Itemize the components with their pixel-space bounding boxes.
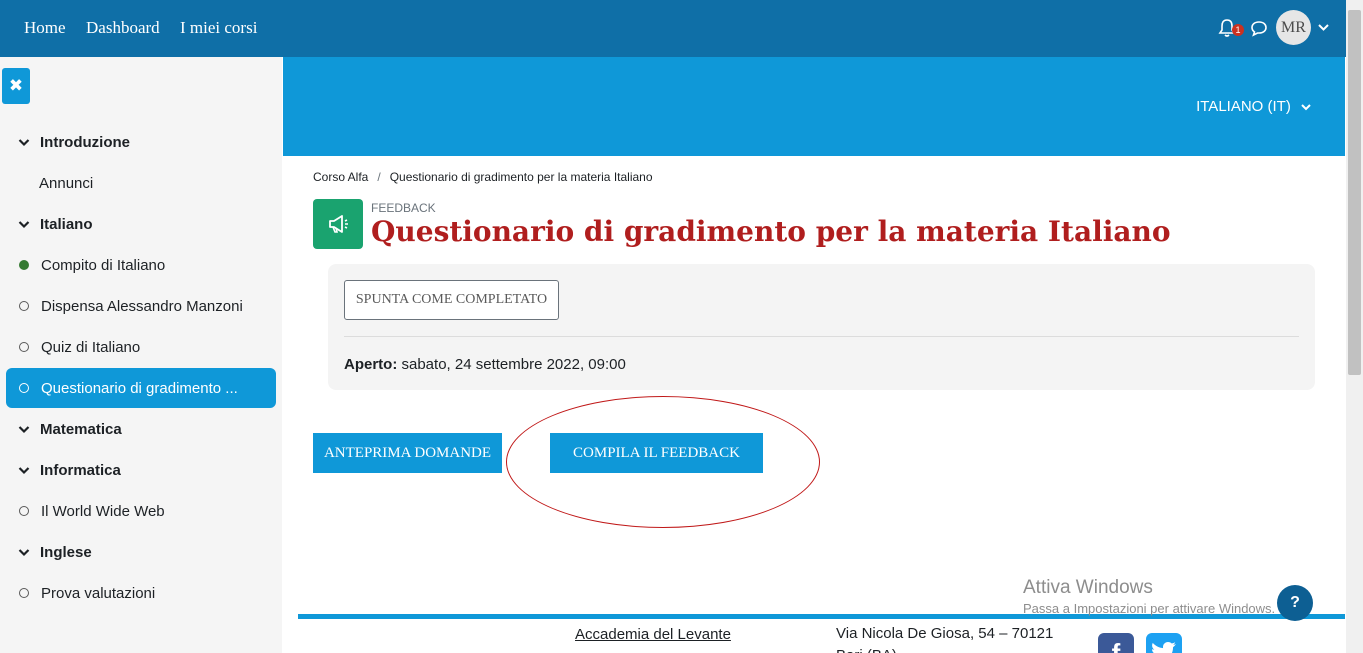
- facebook-icon[interactable]: f: [1098, 633, 1134, 653]
- watermark-subtitle: Passa a Impostazioni per attivare Window…: [1023, 601, 1276, 616]
- scrollbar-thumb[interactable]: [1348, 10, 1361, 375]
- preview-questions-button[interactable]: ANTEPRIMA DOMANDE: [313, 433, 502, 473]
- completed-status-icon: [19, 260, 29, 270]
- highlight-ellipse-annotation: [506, 396, 820, 528]
- top-navbar: Home Dashboard I miei corsi 1 MR: [0, 0, 1363, 57]
- footer-org-link[interactable]: Accademia del Levante: [575, 626, 731, 643]
- divider: [344, 336, 1299, 337]
- sidebar-item-label: Compito di Italiano: [41, 256, 166, 274]
- sidebar-item-annunci[interactable]: Annunci: [6, 163, 276, 203]
- sidebar-section-italiano[interactable]: Italiano: [6, 204, 276, 244]
- sidebar-item-label: Questionario di gradimento ...: [41, 379, 238, 397]
- sidebar-item-label: Italiano: [40, 215, 93, 233]
- chevron-down-icon[interactable]: [6, 135, 40, 150]
- sidebar-item-label: Inglese: [40, 543, 92, 561]
- language-label: ITALIANO (IT): [1196, 98, 1291, 115]
- footer-address-line1: Via Nicola De Giosa, 54 – 70121: [836, 625, 1054, 642]
- activity-info-box: SPUNTA COME COMPLETATO Aperto: sabato, 2…: [328, 264, 1315, 390]
- language-selector[interactable]: ITALIANO (IT): [1196, 98, 1311, 115]
- course-index-drawer: ✖ Introduzione Annunci Italiano Compito di …: [0, 57, 282, 653]
- chevron-down-icon[interactable]: [1318, 23, 1329, 32]
- page-header-band: ITALIANO (IT): [283, 57, 1345, 156]
- nav-home-link[interactable]: Home: [24, 18, 66, 38]
- incomplete-status-icon: [19, 588, 29, 598]
- sidebar-item-label: Quiz di Italiano: [41, 338, 141, 356]
- sidebar-item-label: Il World Wide Web: [41, 502, 165, 520]
- chevron-down-icon[interactable]: [6, 545, 40, 560]
- sidebar-item-label: Annunci: [39, 174, 94, 192]
- footer-address: Via Nicola De Giosa, 54 – 70121 Bari (BA…: [836, 623, 1053, 653]
- incomplete-status-icon: [19, 342, 29, 352]
- close-drawer-button[interactable]: ✖: [2, 68, 30, 104]
- mark-as-done-button[interactable]: SPUNTA COME COMPLETATO: [344, 280, 559, 320]
- sidebar-section-inglese[interactable]: Inglese: [6, 532, 276, 572]
- chevron-down-icon: [1301, 104, 1311, 111]
- opening-date-value: sabato, 24 settembre 2022, 09:00: [401, 356, 626, 373]
- opening-date-label: Aperto:: [344, 356, 398, 373]
- incomplete-status-icon: [19, 301, 29, 311]
- sidebar-section-introduzione[interactable]: Introduzione: [6, 122, 276, 162]
- feedback-activity-icon: [313, 199, 363, 249]
- incomplete-status-icon: [19, 383, 29, 393]
- breadcrumb: Corso Alfa / Questionario di gradimento pe…: [313, 170, 653, 184]
- windows-activation-watermark: Attiva Windows Passa a Impostazioni per …: [1023, 577, 1275, 616]
- user-avatar[interactable]: MR: [1276, 10, 1311, 45]
- sidebar-item-label: Matematica: [40, 420, 122, 438]
- nav-dashboard-link[interactable]: Dashboard: [86, 18, 160, 38]
- close-icon: ✖: [8, 76, 24, 95]
- activity-type-label: FEEDBACK: [371, 201, 436, 215]
- nav-my-courses-link[interactable]: I miei corsi: [180, 18, 257, 38]
- sidebar-item-compito-di-italiano[interactable]: Compito di Italiano: [6, 245, 276, 285]
- chat-bubble-icon[interactable]: [1250, 20, 1268, 37]
- breadcrumb-current[interactable]: Questionario di gradimento per la materi…: [390, 170, 653, 184]
- help-button[interactable]: ?: [1277, 585, 1313, 621]
- incomplete-status-icon: [19, 506, 29, 516]
- twitter-icon[interactable]: [1146, 633, 1182, 653]
- footer-address-line2: Bari (BA): [836, 645, 1053, 653]
- megaphone-icon: [329, 215, 348, 233]
- sidebar-item-label: Introduzione: [40, 133, 130, 151]
- page-title: Questionario di gradimento per la materi…: [371, 215, 1171, 248]
- sidebar-item-label: Informatica: [40, 461, 121, 479]
- notification-count-badge: 1: [1232, 24, 1244, 36]
- sidebar-item-questionario-di-gradimento[interactable]: Questionario di gradimento ...: [6, 368, 276, 408]
- chevron-down-icon[interactable]: [6, 217, 40, 232]
- sidebar-item-il-world-wide-web[interactable]: Il World Wide Web: [6, 491, 276, 531]
- sidebar-item-quiz-di-italiano[interactable]: Quiz di Italiano: [6, 327, 276, 367]
- breadcrumb-course-link[interactable]: Corso Alfa: [313, 170, 368, 184]
- sidebar-section-matematica[interactable]: Matematica: [6, 409, 276, 449]
- chevron-down-icon[interactable]: [6, 422, 40, 437]
- watermark-title: Attiva Windows: [1023, 577, 1153, 598]
- opening-date: Aperto: sabato, 24 settembre 2022, 09:00: [344, 356, 626, 373]
- sidebar-section-informatica[interactable]: Informatica: [6, 450, 276, 490]
- sidebar-item-label: Dispensa Alessandro Manzoni: [41, 297, 243, 315]
- sidebar-item-prova-valutazioni[interactable]: Prova valutazioni: [6, 573, 276, 613]
- chevron-down-icon[interactable]: [6, 463, 40, 478]
- sidebar-item-label: Prova valutazioni: [41, 584, 156, 602]
- sidebar-item-dispensa-alessandro-manzoni[interactable]: Dispensa Alessandro Manzoni: [6, 286, 276, 326]
